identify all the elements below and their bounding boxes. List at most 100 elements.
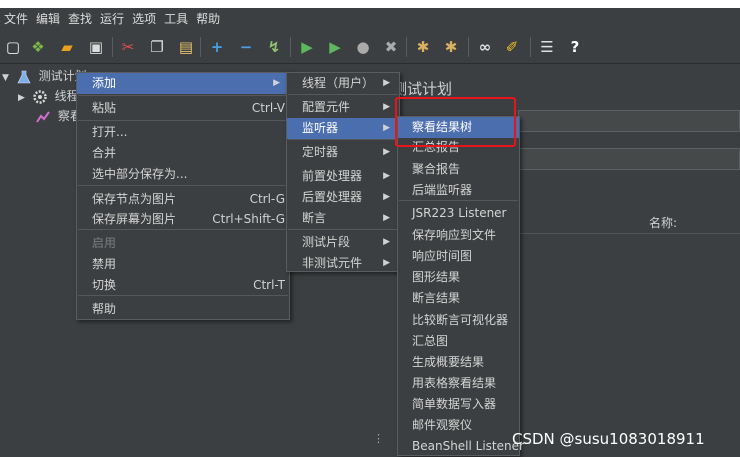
submenu-arrow-icon: ▶: [383, 213, 390, 223]
submenu-arrow-icon: ▶: [383, 147, 390, 157]
toolbar-separator: [112, 37, 113, 57]
listener-submenu-item-label: 聚合报告: [412, 162, 461, 176]
expand-arrow-icon[interactable]: ▼: [2, 73, 9, 83]
expand-arrow-icon[interactable]: ▶: [18, 93, 25, 103]
add-submenu-item[interactable]: 后置处理器 ▶: [287, 187, 399, 208]
top-edge: [0, 0, 740, 8]
context-menu-item[interactable]: 切换 Ctrl-T: [77, 275, 289, 296]
add-submenu-item[interactable]: 定时器 ▶: [287, 142, 399, 163]
context-menu-item[interactable]: 禁用: [77, 254, 289, 275]
stop-icon[interactable]: ●: [353, 37, 373, 57]
listener-submenu-item[interactable]: 图形结果: [398, 267, 519, 288]
context-menu-item[interactable]: 保存屏幕为图片 Ctrl+Shift-G: [77, 209, 289, 230]
context-menu-item[interactable]: 保存节点为图片 Ctrl-G: [77, 189, 289, 210]
toolbar-separator: [290, 37, 291, 57]
menu-separator: [288, 94, 398, 95]
add-submenu-item[interactable]: 配置元件 ▶: [287, 97, 399, 118]
listener-submenu-item[interactable]: 聚合报告: [398, 159, 519, 180]
reset-search-icon-glyph: ✐: [505, 38, 519, 56]
save-icon[interactable]: ▣: [86, 37, 106, 57]
add-submenu-item[interactable]: 断言 ▶: [287, 208, 399, 229]
new-icon[interactable]: ▢: [3, 37, 23, 57]
menu-2[interactable]: 查找: [64, 8, 96, 30]
context-menu-item-label: 启用: [92, 236, 117, 250]
menu-separator: [399, 200, 518, 201]
collapse-icon[interactable]: −: [236, 37, 256, 57]
submenu-arrow-icon: ▶: [383, 258, 390, 268]
add-submenu-item-label: 非测试元件: [302, 256, 363, 270]
add-submenu-item[interactable]: 前置处理器 ▶: [287, 166, 399, 187]
add-submenu-item-label: 线程（用户）: [302, 76, 375, 90]
clear-icon[interactable]: ✱: [413, 37, 433, 57]
search-icon-glyph: ∞: [478, 38, 492, 56]
clear-all-icon-glyph: ✱: [444, 38, 458, 56]
name-field[interactable]: [518, 110, 740, 132]
add-submenu-item[interactable]: 线程（用户） ▶: [287, 73, 399, 94]
listener-submenu-item[interactable]: 简单数据写入器: [398, 394, 519, 415]
listener-submenu-item-label: 比较断言可视化器: [412, 313, 509, 327]
add-submenu-item[interactable]: 监听器 ▶: [287, 118, 399, 139]
context-menu-item[interactable]: 选中部分保存为...: [77, 164, 289, 185]
listener-submenu-item[interactable]: 比较断言可视化器: [398, 310, 519, 331]
listener-submenu-item-label: 图形结果: [412, 270, 461, 284]
start-icon[interactable]: ▶: [297, 37, 317, 57]
listener-submenu-item[interactable]: 生成概要结果: [398, 352, 519, 373]
add-submenu-item[interactable]: 非测试元件 ▶: [287, 253, 399, 274]
clear-all-icon[interactable]: ✱: [441, 37, 461, 57]
comment-field[interactable]: [518, 148, 740, 170]
listener-submenu-item[interactable]: 断言结果: [398, 288, 519, 309]
shutdown-icon[interactable]: ✖: [381, 37, 401, 57]
cut-icon[interactable]: ✂: [118, 37, 138, 57]
search-icon[interactable]: ∞: [475, 37, 495, 57]
menu-6[interactable]: 帮助: [192, 8, 224, 30]
templates-icon[interactable]: ❖: [28, 37, 48, 57]
tree-node-label: 线程: [54, 89, 79, 103]
toggle-icon[interactable]: ↯: [264, 37, 284, 57]
listener-submenu: 察看结果树 汇总报告 聚合报告 后端监听器 JSR223 Listener 保存响应到文件…: [397, 116, 524, 457]
paste-icon[interactable]: ▤: [176, 37, 196, 57]
tree-node-thread-group[interactable]: ▶ 线程: [18, 86, 79, 106]
test-plan-tree: ▼ 测试计划 ▶ 线程 察看: [0, 64, 87, 457]
listener-submenu-item[interactable]: 邮件观察仪: [398, 415, 519, 436]
menu-3[interactable]: 运行: [96, 8, 128, 30]
toolbar-separator: [530, 37, 531, 57]
listener-submenu-item[interactable]: 用表格察看结果: [398, 373, 519, 394]
templates-icon-glyph: ❖: [31, 38, 45, 56]
context-menu-item[interactable]: 打开...: [77, 122, 289, 143]
listener-submenu-item[interactable]: 响应时间图: [398, 246, 519, 267]
add-submenu-item-label: 监听器: [302, 121, 339, 135]
copy-icon[interactable]: ❐: [147, 37, 167, 57]
reset-search-icon[interactable]: ✐: [502, 37, 522, 57]
listener-submenu-item[interactable]: 保存响应到文件: [398, 225, 519, 246]
start-no-pauses-icon[interactable]: ▶: [325, 37, 345, 57]
function-helper-icon[interactable]: ☰: [537, 37, 557, 57]
listener-submenu-item[interactable]: BeanShell Listener: [398, 436, 524, 457]
tree-node-test-plan[interactable]: ▼ 测试计划: [2, 66, 87, 86]
splitter-grip-icon[interactable]: ⋮: [373, 432, 384, 445]
context-menu-item-label: 选中部分保存为...: [92, 167, 188, 181]
menu-1[interactable]: 编辑: [32, 8, 64, 30]
tree-node-listener[interactable]: 察看: [36, 106, 82, 126]
add-submenu-item[interactable]: 测试片段 ▶: [287, 232, 399, 253]
shortcut-label: Ctrl-T: [253, 278, 285, 292]
listener-submenu-item-label: JSR223 Listener: [412, 206, 507, 220]
context-menu-item[interactable]: 粘贴 Ctrl-V: [77, 98, 289, 119]
expand-icon[interactable]: +: [207, 37, 227, 57]
menu-0[interactable]: 文件: [0, 8, 32, 30]
listener-submenu-item[interactable]: JSR223 Listener: [398, 203, 519, 224]
open-icon[interactable]: ▰: [57, 37, 77, 57]
menu-4[interactable]: 选项: [128, 8, 160, 30]
add-submenu-item-label: 后置处理器: [302, 190, 363, 204]
listener-submenu-item[interactable]: 汇总图: [398, 331, 519, 352]
listener-submenu-item[interactable]: 后端监听器: [398, 180, 519, 201]
listener-submenu-item-label: 保存响应到文件: [412, 228, 497, 242]
context-menu-item-label: 保存节点为图片: [92, 192, 177, 206]
context-menu-item[interactable]: 添加 ▶: [77, 73, 289, 94]
context-menu-item[interactable]: 帮助: [77, 299, 289, 320]
context-menu-item[interactable]: 合并: [77, 143, 289, 164]
menu-5[interactable]: 工具: [160, 8, 192, 30]
listener-submenu-item-label: 简单数据写入器: [412, 397, 497, 411]
cut-icon-glyph: ✂: [121, 38, 135, 56]
help-icon[interactable]: ?: [565, 37, 585, 57]
listener-submenu-item-label: 生成概要结果: [412, 355, 485, 369]
